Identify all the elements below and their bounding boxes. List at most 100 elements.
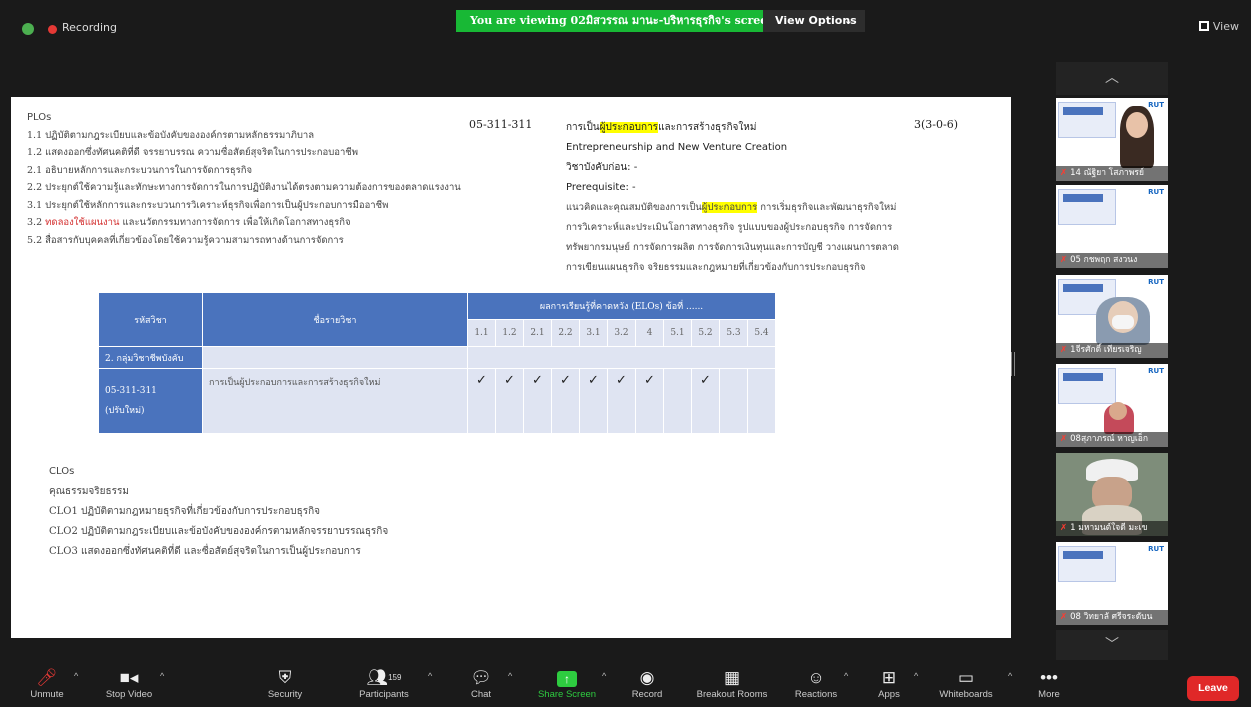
apps-icon: ⊞ [881,668,897,687]
apps-button[interactable]: ⊞ Apps ^ [870,667,918,700]
chevron-up-icon[interactable]: ^ [74,671,78,681]
table-cell [202,346,468,369]
desc-post: การเริ่มธุรกิจและพัฒนาธุรกิจใหม่ [757,202,897,213]
participant-name: ✗ 05 กชพฤก สงวนง [1056,253,1168,268]
chat-button[interactable]: 💬︎ Chat ^ [466,667,512,700]
elo-number-cell: 5.2 [691,319,720,347]
mini-slide-thumbnail [1058,102,1116,138]
mic-muted-icon: ✗ [1060,255,1068,265]
more-button[interactable]: ••• More [1034,667,1064,700]
clo-item: CLO3 แสดงออกซึ่งทัศนคติที่ดี และซื่อสัตย… [49,546,361,557]
mini-slide-thumbnail [1058,189,1116,225]
participant-count: 159 [388,673,402,682]
clo-item: CLO2 ปฏิบัติตามกฎระเบียบและข้อบังคับของอ… [49,526,389,537]
prereq-th: วิชาบังคับก่อน: - [566,162,638,173]
apps-label: Apps [878,689,900,700]
chevron-up-icon[interactable]: ^ [428,671,432,681]
view-label: View [1212,20,1239,33]
course-title-th: การเป็นผู้ประกอบการและการสร้างธุรกิจใหม่ [566,118,966,138]
elo-check-cell [663,368,692,434]
breakout-icon: ▦ [723,668,741,687]
share-screen-button[interactable]: ↑ Share Screen ^ [530,667,606,700]
participant-name: ✗ 08สุภาภรณ์ หาญเอ็ก [1056,432,1168,447]
split-divider-handle[interactable] [1011,352,1015,376]
participant-name: ✗ 1จีรศักดิ์ เทียรเจริญ [1056,343,1168,358]
course-th-post: และการสร้างธุรกิจใหม่ [658,122,757,133]
view-button[interactable]: View [1198,20,1239,33]
elo-check-cell: ✓ [579,368,608,434]
course-details: การเป็นผู้ประกอบการและการสร้างธุรกิจใหม่… [566,118,966,278]
meeting-top-bar: Recording You are viewing 02มิสวรรณ มานะ… [0,0,1251,56]
elo-number-cell: 4 [635,319,664,347]
participant-tile[interactable]: RUT ✗ 08สุภาภรณ์ หาญเอ็ก [1056,364,1168,447]
table-group-label: 2. กลุ่มวิชาชีพบังคับ [98,346,203,369]
table-row-name: การเป็นผู้ประกอบการและการสร้างธุรกิจใหม่ [202,368,468,434]
plo-32-red-text: ทดลองใช้แผนงาน [45,217,120,228]
unmute-label: Unmute [30,689,64,700]
elo-check-cell: ✓ [495,368,524,434]
face-mask [1112,315,1134,329]
chevron-up-icon[interactable]: ^ [1008,671,1012,681]
view-options-button[interactable]: View Options ⌄ [763,10,865,32]
recording-label: Recording [62,21,118,34]
participant-face [1126,112,1148,138]
elo-check-cell: ✓ [467,368,496,434]
chevron-up-icon[interactable]: ^ [160,671,164,681]
shield-icon[interactable] [22,23,34,35]
participant-tile[interactable]: RUT ✗ 08 วิทยาลั ศรีจระดับน [1056,542,1168,625]
plo-item-32: 3.2 ทดลองใช้แผนงาน และนวัตกรรมทางการจัดก… [27,214,461,232]
participant-tile[interactable]: RUT ✗ 14 ณัฐิยา โสภาพรย์ [1056,98,1168,181]
elo-check-cell: ✓ [691,368,720,434]
chevron-up-icon[interactable]: ^ [844,671,848,681]
plo-item: 1.2 แสดงออกซึ่งทัศนคติที่ดี จรรยาบรรณ คว… [27,147,359,158]
desc-line: การเขียนแผนธุรกิจ จริยธรรมและกฎหมายที่เก… [566,262,866,273]
participants-button[interactable]: 👥︎159 Participants ^ [350,667,432,700]
viewing-banner: You are viewing 02มิสวรรณ มานะ-บริหารธุร… [456,10,790,32]
mic-muted-icon: ✗ [1060,523,1068,533]
table-header-name: ชื่อรายวิชา [202,292,468,347]
reactions-button[interactable]: ☺ Reactions ^ [788,667,848,700]
whiteboards-button[interactable]: ▭ Whiteboards ^ [926,667,1012,700]
elo-number-cell: 2.2 [551,319,580,347]
mic-muted-icon: 🎤︎ [36,668,58,687]
leave-button[interactable]: Leave [1187,676,1239,701]
table-cell [467,346,776,369]
breakout-rooms-label: Breakout Rooms [696,689,768,700]
record-button[interactable]: ◉ Record [624,667,670,700]
plo-item: 1.1 ปฏิบัติตามกฎระเบียบและข้อบังคับขององ… [27,129,315,141]
chevron-up-icon[interactable]: ^ [602,671,606,681]
breakout-rooms-button[interactable]: ▦ Breakout Rooms [690,667,774,700]
grid-view-icon [1198,21,1209,31]
scroll-up-button[interactable]: ︿ [1056,62,1168,95]
participant-tile[interactable]: RUT ✗ 1จีรศักดิ์ เทียรเจริญ [1056,275,1168,358]
security-button[interactable]: ⛨ Security [258,667,312,700]
participant-tile[interactable]: RUT ✗ 05 กชพฤก สงวนง [1056,185,1168,268]
elo-number-cell: 3.1 [579,319,608,347]
scroll-down-button[interactable]: ﹀ [1056,630,1168,660]
mini-slide-thumbnail [1058,368,1116,404]
participant-name-text: 1 มหามนต์ใจดี มะเข [1070,523,1148,533]
participant-name-text: 08สุภาภรณ์ หาญเอ็ก [1070,434,1149,444]
mic-muted-icon: ✗ [1060,434,1068,444]
chevron-up-icon[interactable]: ^ [914,671,918,681]
elo-mapping-table: รหัสวิชา ชื่อรายวิชา ผลการเรียนรู้ที่คาด… [98,292,776,434]
elo-number-cell: 1.2 [495,319,524,347]
chevron-up-icon[interactable]: ^ [508,671,512,681]
record-icon: ◉ [639,668,655,687]
video-icon: ■◂ [119,668,139,687]
clos-title: CLOs [49,466,75,477]
row-code-note: (ปรับใหม่) [105,406,145,416]
elo-number-cell: 3.2 [607,319,636,347]
elo-check-cell [719,368,748,434]
chevron-down-icon: ⌄ [843,14,853,27]
clo-item: CLO1 ปฏิบัติตามกฎหมายธุรกิจที่เกี่ยวข้อง… [49,506,321,517]
stop-video-button[interactable]: ■◂ Stop Video ^ [98,667,164,700]
whiteboard-icon: ▭ [957,668,975,687]
course-th-highlight: ผู้ประกอบการ [599,122,659,133]
stop-video-label: Stop Video [105,689,153,700]
plos-title: PLOs [27,112,52,123]
participant-name-text: 08 วิทยาลั ศรีจระดับน [1070,612,1153,622]
record-dot-icon [48,25,57,34]
unmute-button[interactable]: 🎤︎ Unmute ^ [22,667,78,700]
participant-tile[interactable]: ✗ 1 มหามนต์ใจดี มะเข [1056,453,1168,536]
